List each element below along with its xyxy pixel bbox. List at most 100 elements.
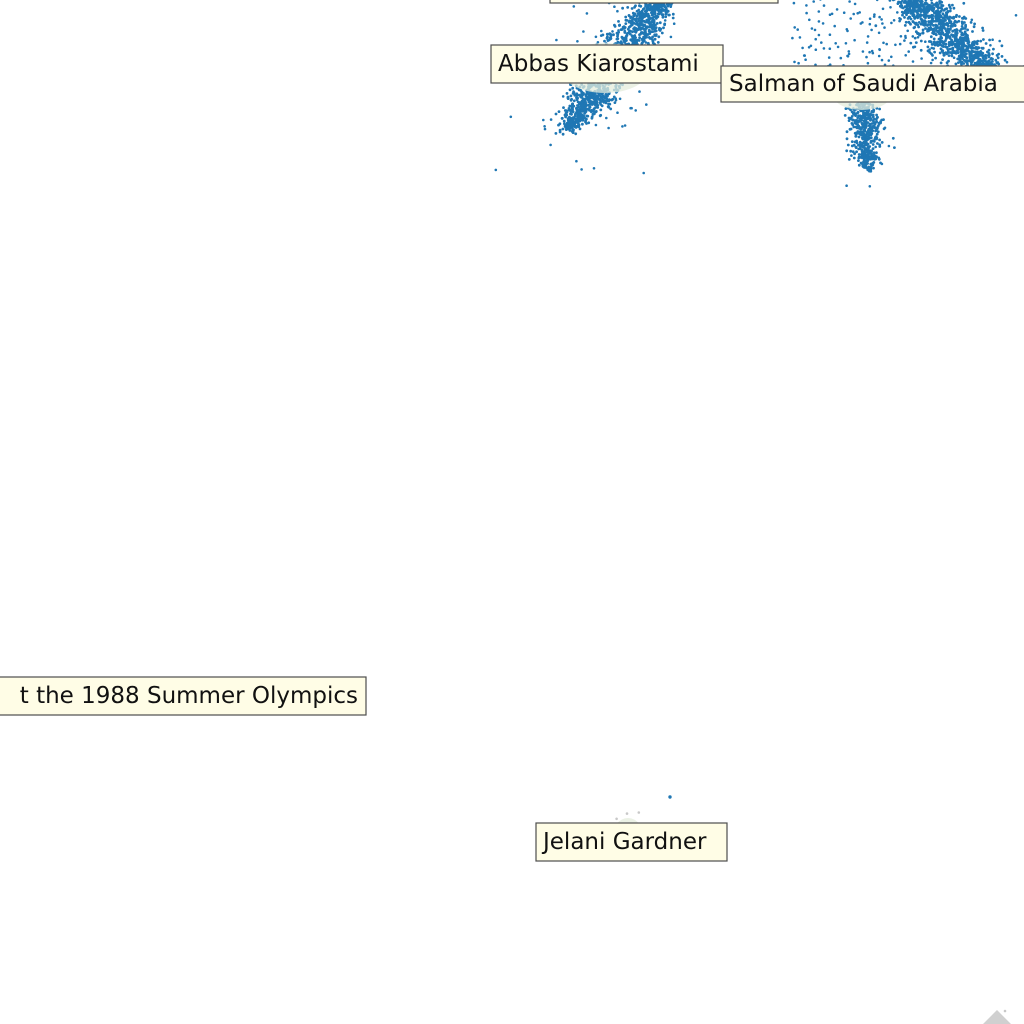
scatter-point (888, 0, 892, 2)
scatter-point (991, 60, 994, 63)
scatter-point (629, 15, 633, 19)
scatter-point (931, 5, 934, 8)
scatter-point (543, 127, 547, 131)
scatter-point (595, 96, 598, 100)
scatter-point (853, 2, 857, 6)
scatter-point (845, 184, 848, 187)
scatter-point (796, 28, 799, 31)
scatter-point (913, 7, 916, 11)
scatter-point (638, 90, 641, 93)
scatter-point (509, 115, 513, 119)
scatter-point (890, 21, 893, 25)
scatter-point (589, 103, 593, 106)
scatter-point (937, 22, 941, 26)
scatter-point (569, 98, 573, 102)
cluster-label-abbas-kiarostami: Abbas Kiarostami (490, 44, 724, 84)
scatter-point (939, 39, 943, 43)
scatter-point (1003, 58, 1007, 62)
scatter-point (651, 38, 654, 41)
scatter-point (554, 132, 558, 135)
scatter-point (594, 35, 598, 39)
scatter-point (950, 54, 954, 58)
scatter-point (543, 125, 546, 128)
scatter-point (904, 54, 907, 57)
scatter-point (984, 53, 987, 57)
scatter-point (911, 60, 915, 63)
scatter-point (634, 109, 637, 112)
scatter-point (579, 89, 583, 92)
scatter-point (865, 55, 868, 59)
scatter-point (640, 20, 643, 24)
scatter-point (910, 2, 914, 6)
scatter-point (635, 9, 639, 13)
scatter-point (648, 32, 652, 35)
scatter-point (982, 38, 985, 41)
scatter-point (869, 118, 872, 122)
scatter-point (931, 30, 935, 34)
scatter-point (885, 42, 888, 46)
scatter-point (833, 24, 836, 28)
scatter-point (585, 12, 589, 15)
scatter-point (920, 57, 923, 60)
scatter-point (976, 42, 979, 46)
scatter-point (871, 139, 875, 143)
scatter-point (648, 16, 651, 19)
scatter-point (549, 143, 552, 147)
scatter-point (957, 54, 961, 58)
scatter-point (663, 23, 666, 27)
scatter-point (904, 20, 908, 24)
scatter-point (865, 110, 869, 114)
scatter-point (814, 37, 817, 41)
scatter-point (567, 117, 571, 121)
scatter-point (957, 19, 961, 23)
scatter-point (572, 5, 576, 8)
scatter-point (928, 14, 932, 18)
scatter-point (880, 141, 884, 144)
scatter-point (919, 39, 923, 43)
label-text: Salman of Saudi Arabia (729, 71, 998, 97)
scatter-point (931, 27, 934, 31)
scatter-point (887, 144, 891, 148)
scatter-point (868, 128, 872, 132)
scatter-point (903, 24, 907, 27)
scatter-point (928, 40, 932, 43)
scatter-point (557, 110, 561, 113)
scatter-point (606, 39, 610, 42)
scatter-point (651, 35, 654, 39)
scatter-point (639, 31, 643, 34)
scatter-point (1014, 14, 1018, 17)
scatter-point (921, 13, 925, 17)
scatter-point (620, 28, 624, 31)
scatter-point (801, 46, 804, 50)
scatter-point (911, 35, 915, 38)
scatter-point (638, 36, 641, 40)
scatter-point (878, 15, 881, 19)
label-text: t the 1988 Summer Olympics (20, 683, 358, 709)
scatter-point (627, 20, 631, 24)
scatter-point (966, 28, 969, 32)
scatter-point (905, 4, 909, 7)
scatter-point (623, 124, 627, 127)
scatter-point (889, 6, 892, 9)
scatter-point (669, 35, 673, 39)
scatter-point (633, 40, 637, 43)
scatter-point (858, 11, 861, 14)
scatter-point (958, 47, 962, 51)
scatter-point (616, 111, 619, 114)
scatter-point (651, 30, 655, 33)
scatter-point (580, 109, 584, 113)
scatter-point (932, 42, 936, 46)
scatter-point (644, 13, 647, 16)
scatter-point (865, 135, 868, 139)
scatter-point (905, 10, 909, 14)
scatter-point (624, 22, 628, 25)
scatter-point (839, 56, 843, 60)
scatter-point (930, 0, 933, 2)
scatter-point (600, 104, 604, 108)
scatter-point (877, 54, 881, 58)
scatter-point (561, 127, 565, 131)
scatter-point (848, 127, 852, 131)
scatter-point (989, 44, 992, 47)
scatter-point (981, 61, 985, 65)
scatter-point (645, 35, 648, 39)
